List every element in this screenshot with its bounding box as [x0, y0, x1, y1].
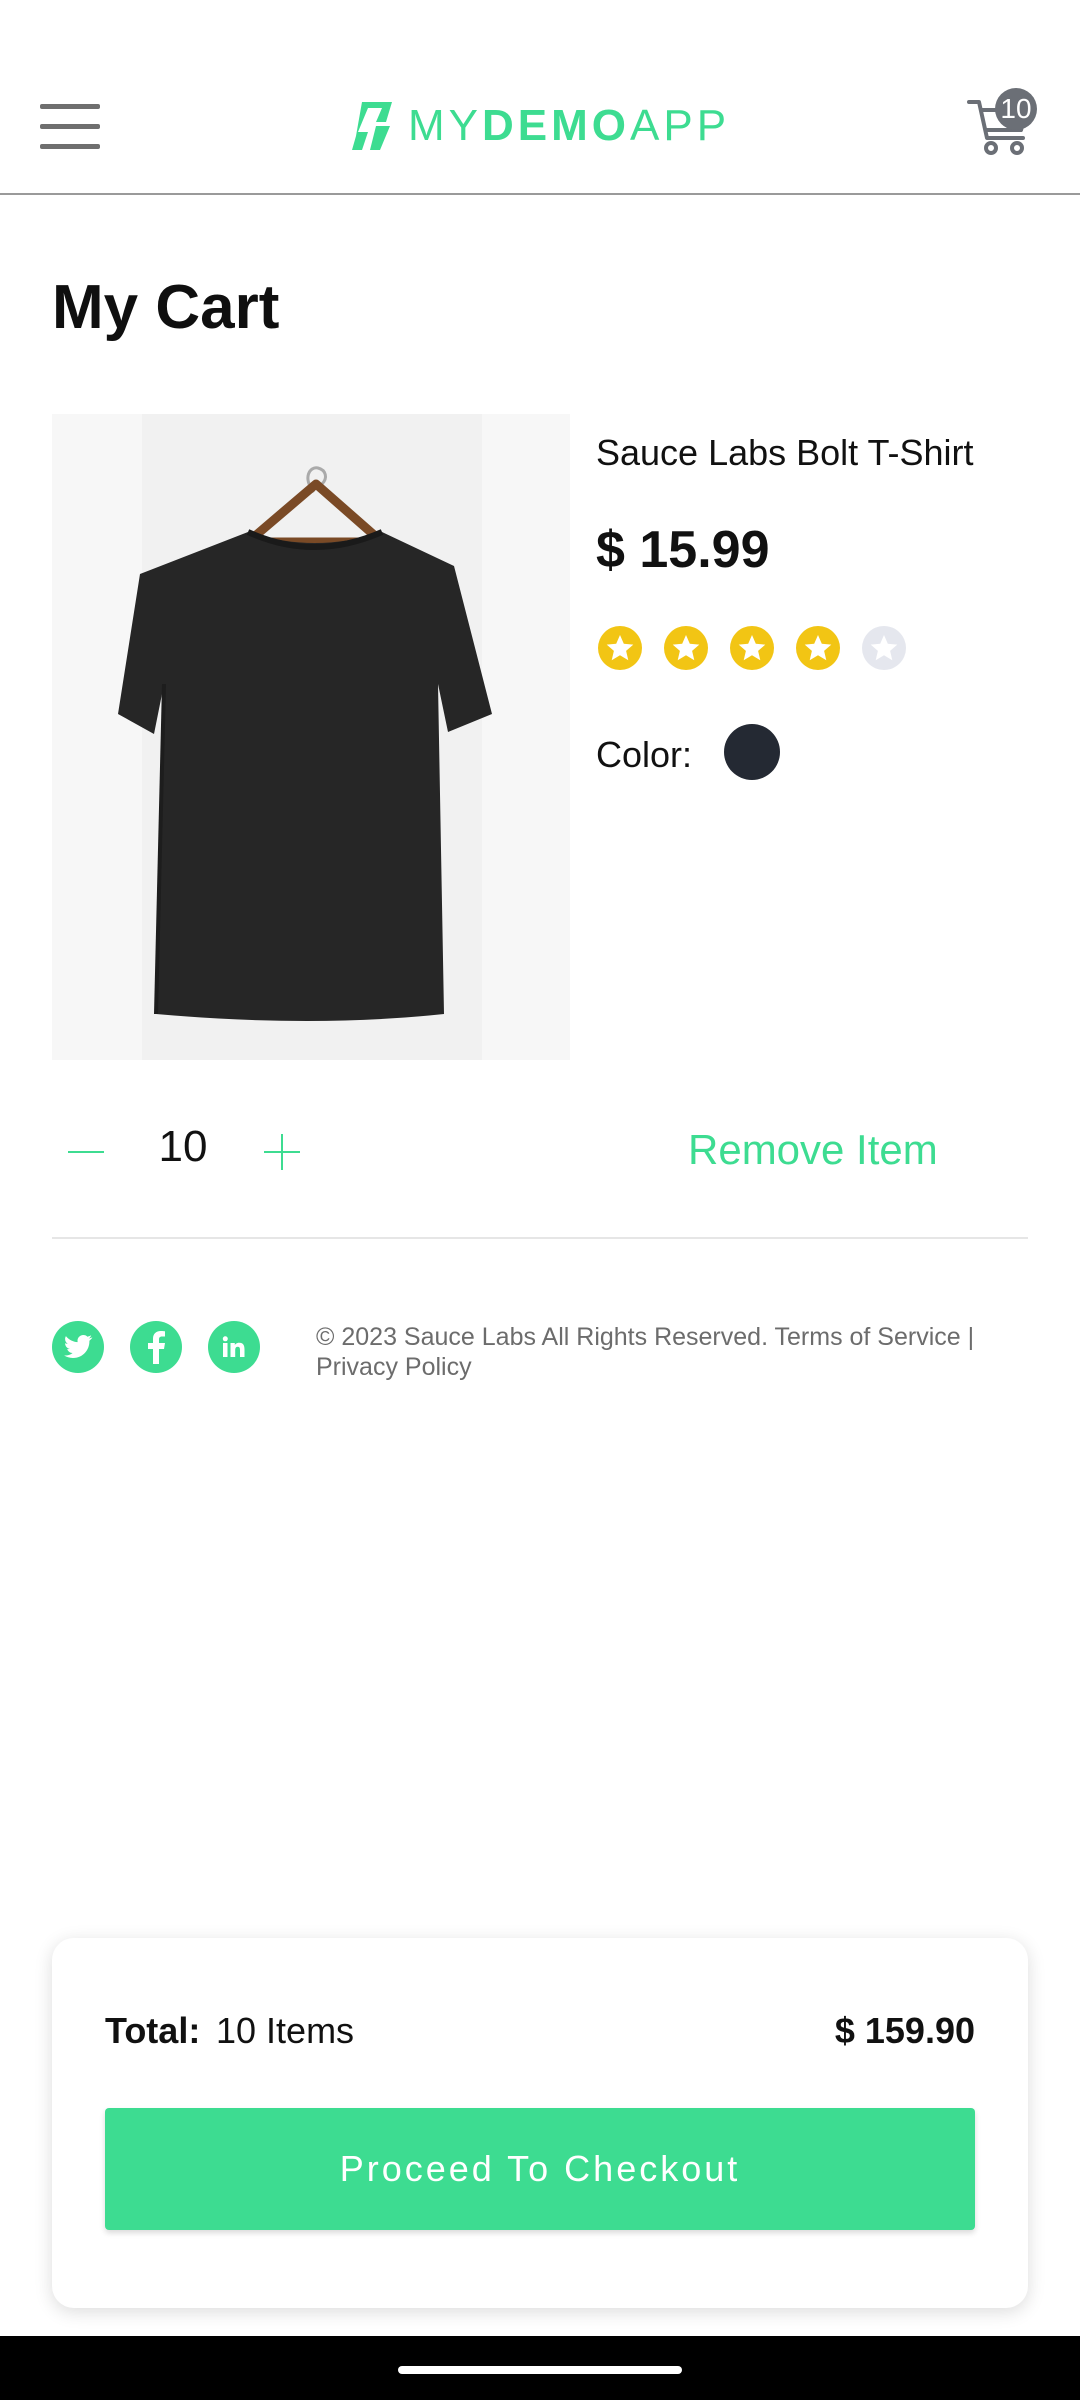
color-swatch[interactable]	[724, 724, 780, 780]
app-header: MYDEMOAPP	[0, 0, 1080, 195]
twitter-icon[interactable]	[52, 1321, 104, 1373]
star-filled-icon[interactable]	[794, 624, 842, 672]
plus-icon[interactable]	[262, 1132, 302, 1172]
app-logo-text: MYDEMOAPP	[408, 101, 731, 150]
star-filled-icon[interactable]	[596, 624, 644, 672]
cart-count-badge: 10	[995, 88, 1037, 130]
proceed-to-checkout-button[interactable]: Proceed To Checkout	[105, 2108, 975, 2230]
product-image[interactable]	[52, 414, 570, 1060]
star-empty-icon[interactable]	[860, 624, 908, 672]
divider	[52, 1237, 1028, 1239]
star-filled-icon[interactable]	[728, 624, 776, 672]
product-name: Sauce Labs Bolt T-Shirt	[596, 432, 974, 473]
rating-stars	[596, 624, 908, 672]
facebook-icon[interactable]	[130, 1321, 182, 1373]
total-price: $ 159.90	[834, 2010, 975, 2051]
total-label: Total:	[105, 2010, 201, 2051]
home-indicator[interactable]	[398, 2366, 682, 2374]
footer-copyright: © 2023 Sauce Labs All Rights Reserved. T…	[316, 1323, 975, 1381]
system-nav-bar	[0, 2336, 1080, 2400]
linkedin-icon[interactable]	[208, 1321, 260, 1373]
sauce-logo-icon	[352, 102, 392, 150]
hamburger-menu-icon[interactable]	[40, 104, 102, 150]
minus-icon[interactable]	[66, 1132, 106, 1172]
color-label: Color:	[596, 734, 693, 775]
total-items-count: 10 Items	[216, 2010, 355, 2051]
product-price: $ 15.99	[596, 521, 770, 579]
remove-item-button[interactable]: Remove Item	[688, 1126, 938, 1174]
star-filled-icon[interactable]	[662, 624, 710, 672]
app-logo: MYDEMOAPP	[348, 98, 730, 154]
page-title: My Cart	[52, 273, 280, 342]
cart-summary-card: Total: 10 Items $ 159.90 Proceed To Chec…	[52, 1938, 1028, 2308]
quantity-value: 10	[158, 1122, 208, 1171]
